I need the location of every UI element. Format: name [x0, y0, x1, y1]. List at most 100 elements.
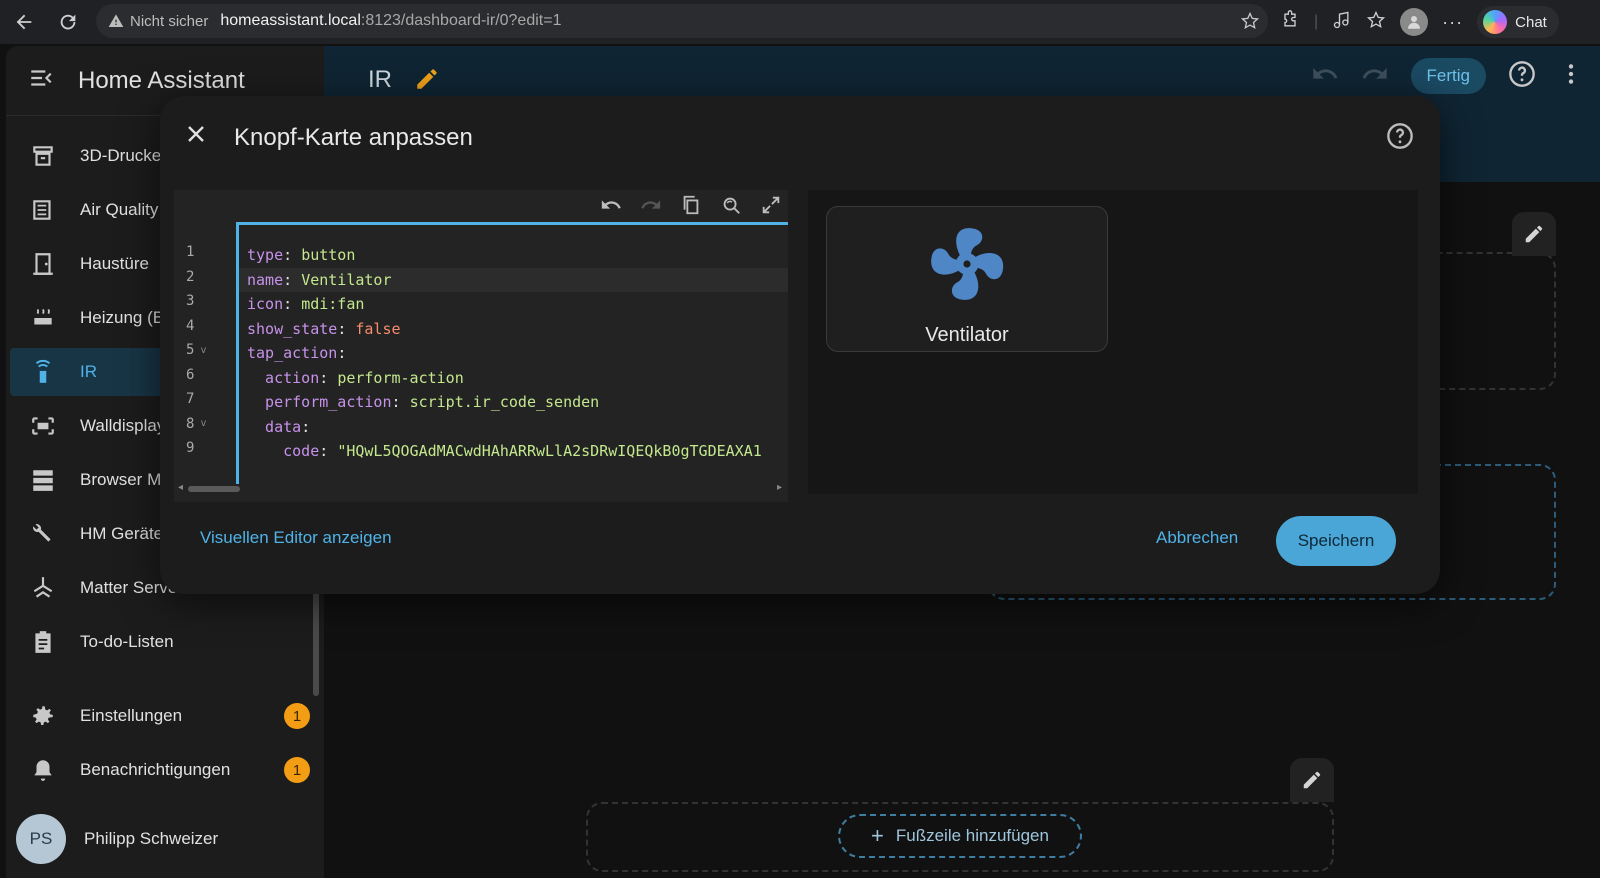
sidebar-item-label: IR [80, 362, 97, 381]
profile-avatar[interactable] [1400, 8, 1429, 36]
line-number: 7 [186, 391, 195, 408]
code-line: perform_action: script.ir_code_senden [239, 390, 788, 415]
code-line: type: button [239, 243, 788, 268]
fold-chevron-icon[interactable]: v [200, 418, 206, 429]
code-area[interactable]: type: button name: Ventilator icon: mdi:fa… [236, 222, 788, 484]
copilot-icon [1483, 10, 1508, 34]
edit-section-button[interactable] [1290, 758, 1334, 802]
close-icon[interactable] [184, 122, 208, 151]
fold-chevron-icon[interactable]: v [200, 345, 206, 356]
address-bar[interactable]: Nicht sicher homeassistant.local:8123/da… [96, 4, 1268, 38]
code-line: code: "HQwL5QOGAdMACwdHAhARRwLlA2sDRwIQE… [239, 439, 788, 464]
yaml-separator: : [337, 319, 356, 338]
sidebar-item-label: Einstellungen [80, 706, 183, 725]
line-number: 6 [186, 366, 195, 383]
overflow-menu-icon[interactable] [1558, 61, 1584, 92]
user-name: Philipp Schweizer [84, 829, 219, 848]
matter-icon [28, 573, 58, 603]
menu-toggle-icon[interactable] [28, 65, 54, 96]
chat-button[interactable]: Chat [1477, 6, 1559, 38]
extensions-icon[interactable] [1280, 9, 1300, 35]
scroll-left-arrow[interactable]: ◂ [178, 482, 183, 493]
show-visual-editor-button[interactable]: Visuellen Editor anzeigen [200, 528, 392, 548]
pencil-icon [1525, 225, 1543, 243]
monitor-icon [28, 411, 58, 441]
yaml-value: button [301, 246, 356, 265]
edit-card-button[interactable] [1512, 212, 1556, 256]
clipboard-list-icon [28, 627, 58, 657]
cog-icon [28, 701, 58, 731]
sidebar-item-label: Benachrichtigungen [80, 760, 231, 779]
browser-toolbar: Nicht sicher homeassistant.local:8123/da… [0, 0, 1600, 44]
tools-icon [28, 519, 58, 549]
page-title: IR [368, 66, 392, 93]
help-icon[interactable] [1508, 60, 1536, 93]
sidebar-item-label: To-do-Listen [80, 632, 174, 651]
copy-icon[interactable] [680, 194, 702, 221]
card-preview: Ventilator [808, 190, 1418, 494]
sidebar-item-benachrichtigungen[interactable]: Benachrichtigungen 1 [10, 746, 310, 794]
door-icon [28, 249, 58, 279]
warning-icon [108, 14, 124, 27]
button-card-preview[interactable]: Ventilator [826, 206, 1108, 352]
toolbar-actions: Fertig [1311, 58, 1584, 94]
avatar: PS [16, 814, 66, 864]
yaml-value: Ventilator [301, 270, 392, 289]
yaml-value: script.ir_code_senden [409, 393, 600, 412]
notification-badge: 1 [284, 757, 310, 783]
add-footer-button[interactable]: + Fußzeile hinzufügen [838, 814, 1082, 858]
horizontal-scrollbar[interactable] [188, 486, 240, 492]
user-profile[interactable]: PS Philipp Schweizer [16, 814, 218, 864]
server-icon [28, 465, 58, 495]
media-icon[interactable] [1332, 10, 1352, 35]
fullscreen-icon[interactable] [760, 194, 782, 221]
radiator-icon [28, 303, 58, 333]
sidebar-scrollbar[interactable] [313, 586, 319, 696]
help-icon[interactable] [1386, 122, 1414, 155]
arrow-left-icon [16, 14, 32, 30]
sidebar-item-label: Walldisplay [80, 416, 166, 435]
yaml-key: type [247, 246, 284, 265]
line-number: 2 [186, 268, 195, 285]
sidebar-item-todo-listen[interactable]: To-do-Listen [10, 618, 310, 666]
yaml-separator: : [283, 270, 302, 289]
cancel-button[interactable]: Abbrechen [1156, 528, 1238, 548]
bell-icon [28, 755, 58, 785]
editor-toolbar [600, 194, 782, 221]
pencil-icon[interactable] [414, 66, 440, 97]
line-number: 9 [186, 440, 195, 457]
favorites-icon[interactable] [1366, 10, 1386, 35]
sidebar-item-einstellungen[interactable]: Einstellungen 1 [10, 692, 310, 740]
redo-icon[interactable] [640, 194, 662, 221]
more-dots-icon[interactable]: ··· [1442, 12, 1463, 33]
sidebar-item-label: Heizung (B [80, 308, 165, 327]
yaml-separator: : [337, 344, 347, 363]
code-line: name: Ventilator [239, 267, 788, 292]
code-line: show_state: false [239, 317, 788, 342]
notification-badge: 1 [284, 703, 310, 729]
yaml-editor[interactable]: 12345v678v9 type: button name: Ventilator… [174, 190, 788, 502]
pencil-icon [1303, 771, 1321, 789]
fan-icon [924, 221, 1010, 312]
done-button[interactable]: Fertig [1410, 58, 1486, 94]
undo-icon[interactable] [1311, 60, 1339, 93]
line-number: 4 [186, 317, 195, 334]
line-number: 1 [186, 244, 195, 261]
security-indicator[interactable]: Nicht sicher [108, 13, 208, 30]
plus-icon: + [871, 823, 884, 848]
scroll-right-arrow[interactable]: ▸ [777, 482, 782, 493]
undo-icon[interactable] [600, 194, 622, 221]
save-button[interactable]: Speichern [1276, 516, 1396, 566]
code-line: tap_action: [239, 341, 788, 366]
favorite-star-icon[interactable] [1240, 11, 1260, 36]
yaml-separator: : [283, 246, 302, 265]
security-label: Nicht sicher [130, 12, 209, 30]
reload-button[interactable] [52, 6, 84, 38]
remote-icon [28, 357, 58, 387]
line-number-gutter: 1 2 3 4 5v 6 7 8v 9 [174, 222, 236, 484]
dialog-title: Knopf-Karte anpassen [234, 124, 473, 151]
search-replace-icon[interactable] [720, 194, 742, 221]
back-button[interactable] [8, 6, 40, 38]
redo-icon[interactable] [1361, 60, 1389, 93]
sidebar-item-label: Air Quality [80, 200, 159, 219]
